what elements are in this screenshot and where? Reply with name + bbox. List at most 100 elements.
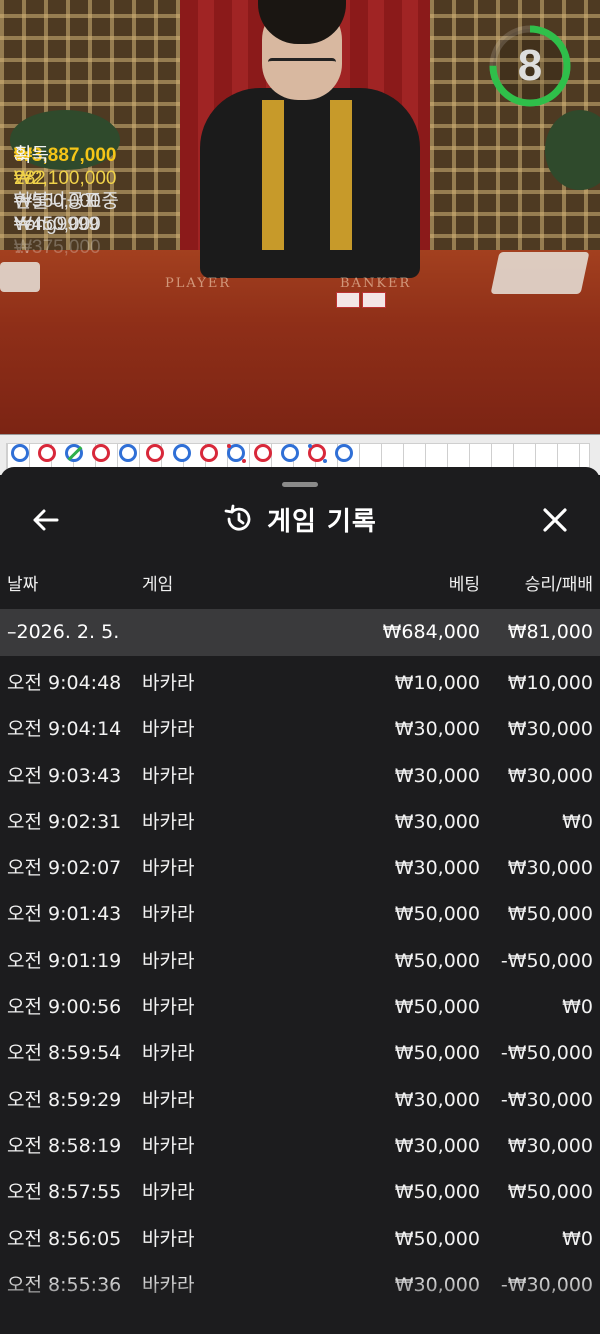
- row-bet: ₩50,000: [394, 1227, 480, 1250]
- winner-entry: ₩550,000 한볼나공표중: [14, 190, 204, 213]
- row-time: 오전 9:04:48: [7, 672, 122, 694]
- row-result: ₩30,000: [507, 764, 593, 787]
- winner-entry: ₩2,100,000 282: [14, 167, 204, 190]
- date-group-row[interactable]: –2026. 2. 5. ₩684,000 ₩81,000: [0, 609, 600, 656]
- dealer-collar: [262, 100, 352, 250]
- history-list: 오전 9:04:48 바카라 ₩10,000 ₩10,000 오전 9:04:1…: [0, 660, 600, 1308]
- row-result: -₩30,000: [500, 1088, 593, 1111]
- panel-header: 게임 기록: [0, 497, 600, 541]
- history-row[interactable]: 오전 9:04:14 바카라 ₩30,000 ₩30,000: [0, 706, 600, 752]
- history-row[interactable]: 오전 8:57:55 바카라 ₩50,000 ₩50,000: [0, 1169, 600, 1215]
- row-result: ₩0: [562, 1227, 593, 1250]
- winner-entry: ₩375,000 ...: [14, 236, 204, 259]
- row-bet: ₩30,000: [394, 1088, 480, 1111]
- row-bet: ₩30,000: [394, 718, 480, 741]
- date-group-label: –2026. 2. 5.: [7, 621, 120, 643]
- player-bead-icon: [119, 444, 137, 462]
- row-bet: ₩50,000: [394, 996, 480, 1019]
- table-label-player: PLAYER: [165, 276, 232, 291]
- row-bet: ₩30,000: [394, 1273, 480, 1296]
- player-bead-icon: [335, 444, 353, 462]
- row-time: 오전 8:55:36: [7, 1273, 122, 1296]
- history-row[interactable]: 오전 9:00:56 바카라 ₩50,000 ₩0: [0, 984, 600, 1030]
- row-bet: ₩30,000: [394, 764, 480, 787]
- pair-dot-icon: [242, 459, 246, 463]
- row-time: 오전 9:03:43: [7, 764, 122, 787]
- column-header-date: 날짜: [7, 575, 39, 595]
- card-discard-tray: [0, 262, 40, 292]
- row-game: 바카라: [142, 1042, 195, 1065]
- history-row[interactable]: 오전 8:55:36 바카라 ₩30,000 -₩30,000: [0, 1262, 600, 1308]
- drag-handle[interactable]: [282, 482, 318, 487]
- table-label-banker: BANKER: [340, 276, 412, 291]
- row-game: 바카라: [142, 903, 195, 926]
- row-game: 바카라: [142, 996, 195, 1019]
- row-bet: ₩30,000: [394, 810, 480, 833]
- row-game: 바카라: [142, 949, 195, 972]
- history-row[interactable]: 오전 9:01:43 바카라 ₩50,000 ₩50,000: [0, 891, 600, 937]
- history-row[interactable]: 오전 8:56:05 바카라 ₩50,000 ₩0: [0, 1216, 600, 1262]
- banker-bead-icon: [38, 444, 56, 462]
- row-result: ₩50,000: [507, 903, 593, 926]
- player-bead-icon: [227, 444, 246, 463]
- pair-dot-icon: [308, 444, 312, 448]
- row-bet: ₩50,000: [394, 1042, 480, 1065]
- row-game: 바카라: [142, 810, 195, 833]
- player-bead-icon: [173, 444, 191, 462]
- row-game: 바카라: [142, 1227, 195, 1250]
- panel-title: 게임 기록: [267, 506, 377, 537]
- row-result: ₩50,000: [507, 1181, 593, 1204]
- date-group-bet-total: ₩684,000: [382, 621, 480, 643]
- row-game: 바카라: [142, 1181, 195, 1204]
- winner-name: 한볼나공표중: [14, 191, 119, 212]
- row-result: -₩30,000: [500, 1273, 593, 1296]
- history-row[interactable]: 오전 9:01:19 바카라 ₩50,000 -₩50,000: [0, 938, 600, 984]
- history-row[interactable]: 오전 9:02:31 바카라 ₩30,000 ₩0: [0, 799, 600, 845]
- row-game: 바카라: [142, 1134, 195, 1157]
- winner-name: Yong9999: [14, 214, 99, 235]
- countdown-timer: 8: [488, 24, 572, 108]
- game-history-panel: 게임 기록 날짜 게임 베팅 승리/패배 –2026. 2. 5. ₩684,0…: [0, 467, 600, 1334]
- card-shoe: [490, 252, 590, 294]
- banker-bead-icon: [92, 444, 110, 462]
- row-time: 오전 9:01:19: [7, 949, 122, 972]
- row-bet: ₩30,000: [394, 1134, 480, 1157]
- row-game: 바카라: [142, 718, 195, 741]
- column-header-bet: 베팅: [448, 575, 480, 595]
- history-row[interactable]: 오전 9:02:07 바카라 ₩30,000 ₩30,000: [0, 845, 600, 891]
- date-group-result-total: ₩81,000: [507, 621, 593, 643]
- row-time: 오전 9:02:31: [7, 810, 122, 833]
- banker-bead-icon: [308, 444, 327, 463]
- row-time: 오전 8:56:05: [7, 1227, 122, 1250]
- pair-dot-icon: [323, 459, 327, 463]
- timer-value: 8: [517, 41, 543, 90]
- column-header-result: 승리/패배: [524, 575, 593, 595]
- live-video-feed[interactable]: PLAYER BANKER 8 8 ≗ ₩3,887,000 획득 ₩2,100,…: [0, 0, 600, 434]
- player-bead-icon: [281, 444, 299, 462]
- row-result: ₩0: [562, 810, 593, 833]
- history-row[interactable]: 오전 9:03:43 바카라 ₩30,000 ₩30,000: [0, 753, 600, 799]
- tie-slash-icon: [67, 446, 83, 461]
- pair-dot-icon: [227, 444, 231, 448]
- winners-total-suffix: 획득: [14, 145, 49, 166]
- player-bead-icon: [11, 444, 29, 462]
- player-bead-icon: [65, 444, 83, 462]
- history-row[interactable]: 오전 9:04:48 바카라 ₩10,000 ₩10,000: [0, 660, 600, 706]
- row-bet: ₩50,000: [394, 949, 480, 972]
- winner-name: 282: [14, 168, 46, 189]
- history-row[interactable]: 오전 8:59:54 바카라 ₩50,000 -₩50,000: [0, 1030, 600, 1076]
- row-time: 오전 9:00:56: [7, 996, 122, 1019]
- history-row[interactable]: 오전 8:58:19 바카라 ₩30,000 ₩30,000: [0, 1123, 600, 1169]
- row-result: ₩30,000: [507, 718, 593, 741]
- row-time: 오전 8:59:54: [7, 1042, 122, 1065]
- row-result: ₩30,000: [507, 1134, 593, 1157]
- history-row[interactable]: 오전 8:59:29 바카라 ₩30,000 -₩30,000: [0, 1077, 600, 1123]
- row-bet: ₩10,000: [394, 672, 480, 694]
- row-result: ₩30,000: [507, 857, 593, 880]
- winner-name: ...: [14, 237, 30, 258]
- table-header: 날짜 게임 베팅 승리/패배: [0, 570, 600, 600]
- playing-card: [336, 292, 360, 308]
- close-button[interactable]: [536, 501, 574, 539]
- row-result: ₩10,000: [507, 672, 593, 694]
- row-result: -₩50,000: [500, 949, 593, 972]
